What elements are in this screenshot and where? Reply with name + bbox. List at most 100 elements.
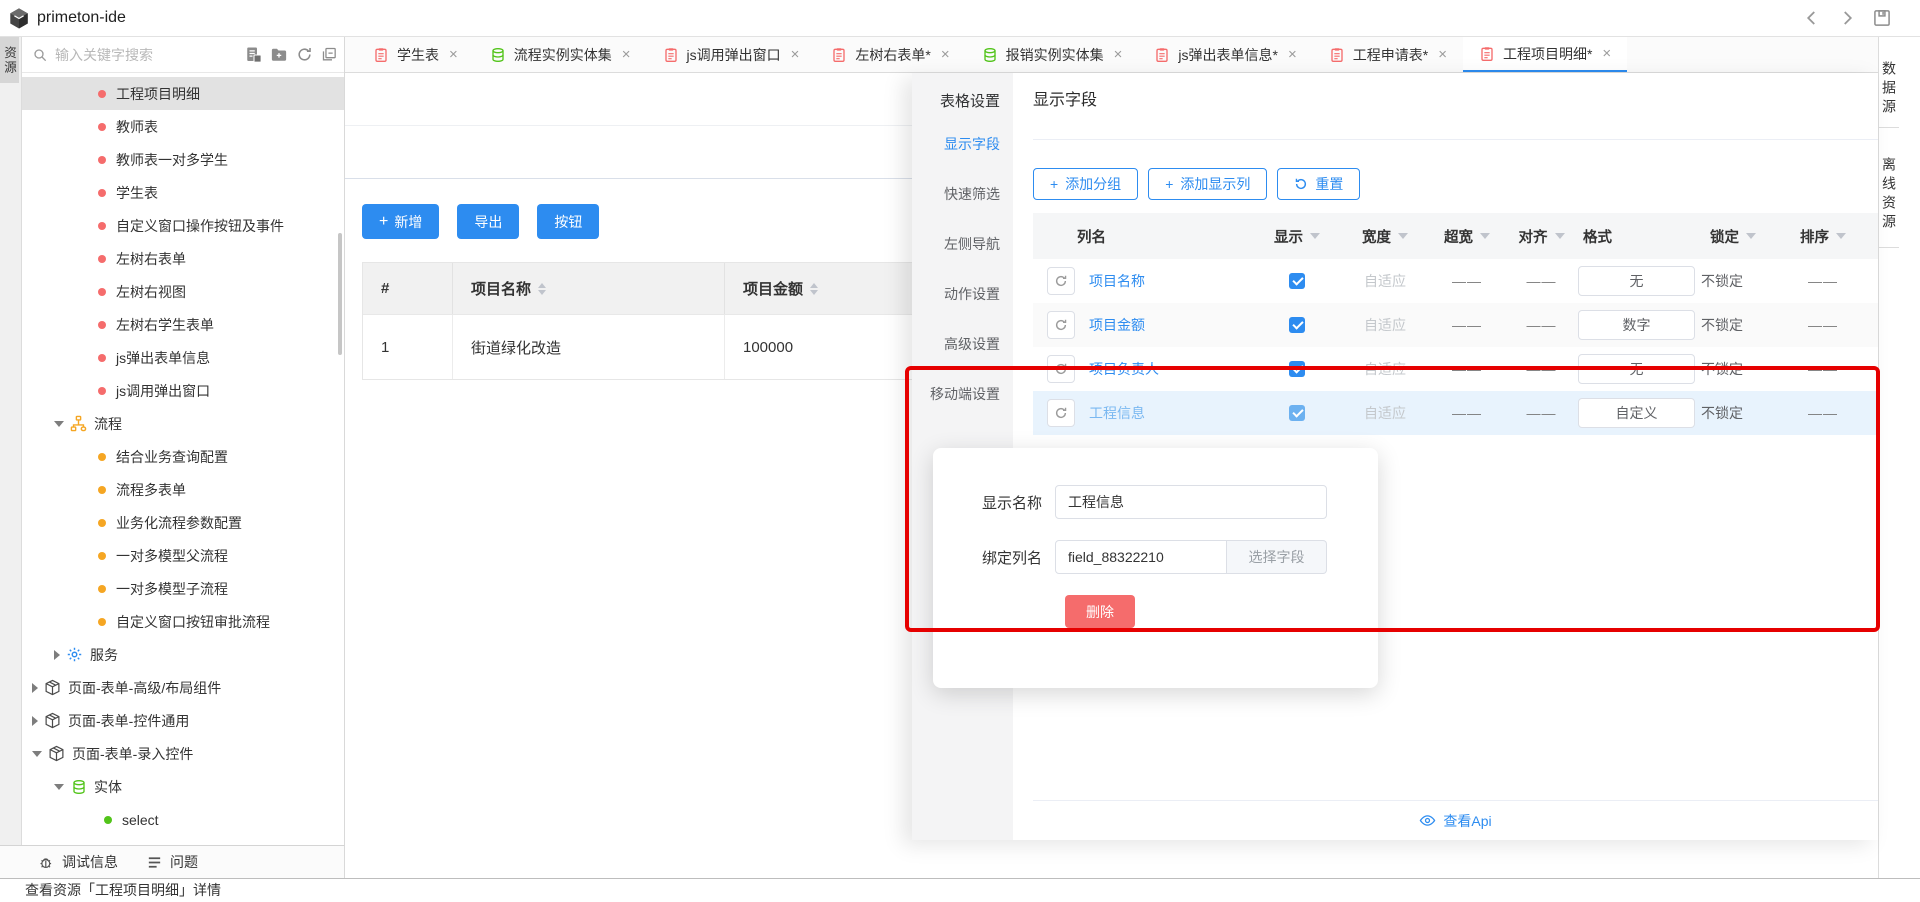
row-refresh-button[interactable] [1047, 399, 1075, 427]
tree-item-0[interactable]: 工程项目明细 [22, 77, 344, 110]
caret-icon[interactable] [54, 650, 60, 660]
tree-item-11[interactable]: 结合业务查询配置 [22, 440, 344, 473]
settings-menu-item-3[interactable]: 动作设置 [912, 269, 1013, 319]
caret-icon[interactable] [32, 683, 38, 693]
filter-caret-icon[interactable] [1746, 233, 1756, 239]
close-icon[interactable]: × [1114, 46, 1123, 63]
nav-forward-icon[interactable] [1837, 8, 1857, 28]
close-icon[interactable]: × [1288, 46, 1297, 63]
tree-item-19[interactable]: 页面-表单-控件通用 [22, 704, 344, 737]
editor-tab-0[interactable]: 学生表× [357, 37, 474, 72]
tree-item-14[interactable]: 一对多模型父流程 [22, 539, 344, 572]
tree-item-21[interactable]: 实体 [22, 770, 344, 803]
settings-menu-item-1[interactable]: 快速筛选 [912, 169, 1013, 219]
nav-back-icon[interactable] [1802, 8, 1822, 28]
column-name-link[interactable]: 工程信息 [1089, 403, 1145, 423]
editor-tab-1[interactable]: 流程实例实体集× [474, 37, 647, 72]
delete-button[interactable]: 删除 [1065, 595, 1135, 628]
format-select[interactable]: 无 [1578, 354, 1695, 384]
close-icon[interactable]: × [941, 46, 950, 63]
tree-item-22[interactable]: select [22, 803, 344, 836]
refresh-icon[interactable] [295, 46, 313, 64]
tree-item-13[interactable]: 业务化流程参数配置 [22, 506, 344, 539]
editor-tab-6[interactable]: 工程申请表*× [1313, 37, 1463, 72]
tree-item-16[interactable]: 自定义窗口按钮审批流程 [22, 605, 344, 638]
filter-caret-icon[interactable] [1480, 233, 1490, 239]
action-button-2[interactable]: 按钮 [537, 204, 599, 239]
close-icon[interactable]: × [449, 46, 458, 63]
settings-menu-item-0[interactable]: 显示字段 [912, 119, 1013, 169]
settings-toolbar-button-0[interactable]: +添加分组 [1033, 168, 1138, 200]
sort-arrows-icon[interactable] [538, 283, 546, 295]
column-name-link[interactable]: 项目名称 [1089, 271, 1145, 291]
filter-caret-icon[interactable] [1555, 233, 1565, 239]
caret-icon[interactable] [54, 784, 64, 790]
close-icon[interactable]: × [622, 46, 631, 63]
tree-item-3[interactable]: 学生表 [22, 176, 344, 209]
tree-item-5[interactable]: 左树右表单 [22, 242, 344, 275]
select-field-button[interactable]: 选择字段 [1227, 540, 1327, 574]
project-table-col-1[interactable]: 项目名称 [453, 263, 725, 314]
debug-info-tab[interactable]: 调试信息 [38, 852, 118, 872]
tree-item-7[interactable]: 左树右学生表单 [22, 308, 344, 341]
tree-item-8[interactable]: js弹出表单信息 [22, 341, 344, 374]
resource-vertical-tab[interactable]: 资源 [0, 37, 19, 83]
settings-menu-item-4[interactable]: 高级设置 [912, 319, 1013, 369]
offline-resource-vertical-tab[interactable]: 离线资源 [1879, 128, 1899, 248]
tree-item-4[interactable]: 自定义窗口操作按钮及事件 [22, 209, 344, 242]
tree-item-9[interactable]: js调用弹出窗口 [22, 374, 344, 407]
sidebar-scrollbar[interactable] [338, 233, 342, 355]
display-name-input[interactable] [1055, 485, 1327, 519]
close-icon[interactable]: × [791, 46, 800, 63]
settings-menu-item-5[interactable]: 移动端设置 [912, 369, 1013, 419]
doc-export-icon[interactable] [245, 46, 263, 64]
action-button-0[interactable]: +新增 [362, 204, 439, 239]
format-select[interactable]: 数字 [1578, 310, 1695, 340]
filter-caret-icon[interactable] [1836, 233, 1846, 239]
problems-tab[interactable]: 问题 [146, 852, 198, 872]
settings-toolbar-button-2[interactable]: 重置 [1277, 168, 1360, 200]
row-refresh-button[interactable] [1047, 355, 1075, 383]
action-button-1[interactable]: 导出 [457, 204, 519, 239]
filter-caret-icon[interactable] [1398, 233, 1408, 239]
tree-item-15[interactable]: 一对多模型子流程 [22, 572, 344, 605]
visible-checkbox[interactable] [1289, 273, 1305, 289]
column-name-link[interactable]: 项目金额 [1089, 315, 1145, 335]
sort-arrows-icon[interactable] [810, 283, 818, 295]
row-refresh-button[interactable] [1047, 311, 1075, 339]
caret-icon[interactable] [32, 751, 42, 757]
tree-item-1[interactable]: 教师表 [22, 110, 344, 143]
visible-checkbox[interactable] [1289, 405, 1305, 421]
close-icon[interactable]: × [1602, 45, 1611, 62]
tree-item-20[interactable]: 页面-表单-录入控件 [22, 737, 344, 770]
view-api-link[interactable]: 查看Api [1033, 800, 1878, 840]
save-icon[interactable] [1872, 8, 1892, 28]
column-name-link[interactable]: 项目负责人 [1089, 359, 1159, 379]
editor-tab-7[interactable]: 工程项目明细*× [1463, 37, 1627, 72]
editor-tab-4[interactable]: 报销实例实体集× [966, 37, 1139, 72]
collapse-all-icon[interactable] [320, 46, 338, 64]
bind-column-input[interactable] [1055, 540, 1227, 574]
settings-menu-item-2[interactable]: 左侧导航 [912, 219, 1013, 269]
tree-item-6[interactable]: 左树右视图 [22, 275, 344, 308]
tree-item-10[interactable]: 流程 [22, 407, 344, 440]
caret-icon[interactable] [54, 421, 64, 427]
visible-checkbox[interactable] [1289, 361, 1305, 377]
visible-checkbox[interactable] [1289, 317, 1305, 333]
caret-icon[interactable] [32, 716, 38, 726]
tree-item-2[interactable]: 教师表一对多学生 [22, 143, 344, 176]
editor-tab-2[interactable]: js调用弹出窗口× [647, 37, 816, 72]
tree-item-17[interactable]: 服务 [22, 638, 344, 671]
format-select[interactable]: 无 [1578, 266, 1695, 296]
editor-tab-3[interactable]: 左树右表单*× [815, 37, 965, 72]
filter-caret-icon[interactable] [1310, 233, 1320, 239]
datasource-vertical-tab[interactable]: 数据源 [1879, 37, 1899, 128]
search-input[interactable] [55, 47, 241, 63]
folder-add-icon[interactable] [270, 46, 288, 64]
close-icon[interactable]: × [1438, 46, 1447, 63]
settings-toolbar-button-1[interactable]: +添加显示列 [1148, 168, 1267, 200]
format-select[interactable]: 自定义 [1578, 398, 1695, 428]
row-refresh-button[interactable] [1047, 267, 1075, 295]
editor-tab-5[interactable]: js弹出表单信息*× [1138, 37, 1312, 72]
tree-item-18[interactable]: 页面-表单-高级/布局组件 [22, 671, 344, 704]
